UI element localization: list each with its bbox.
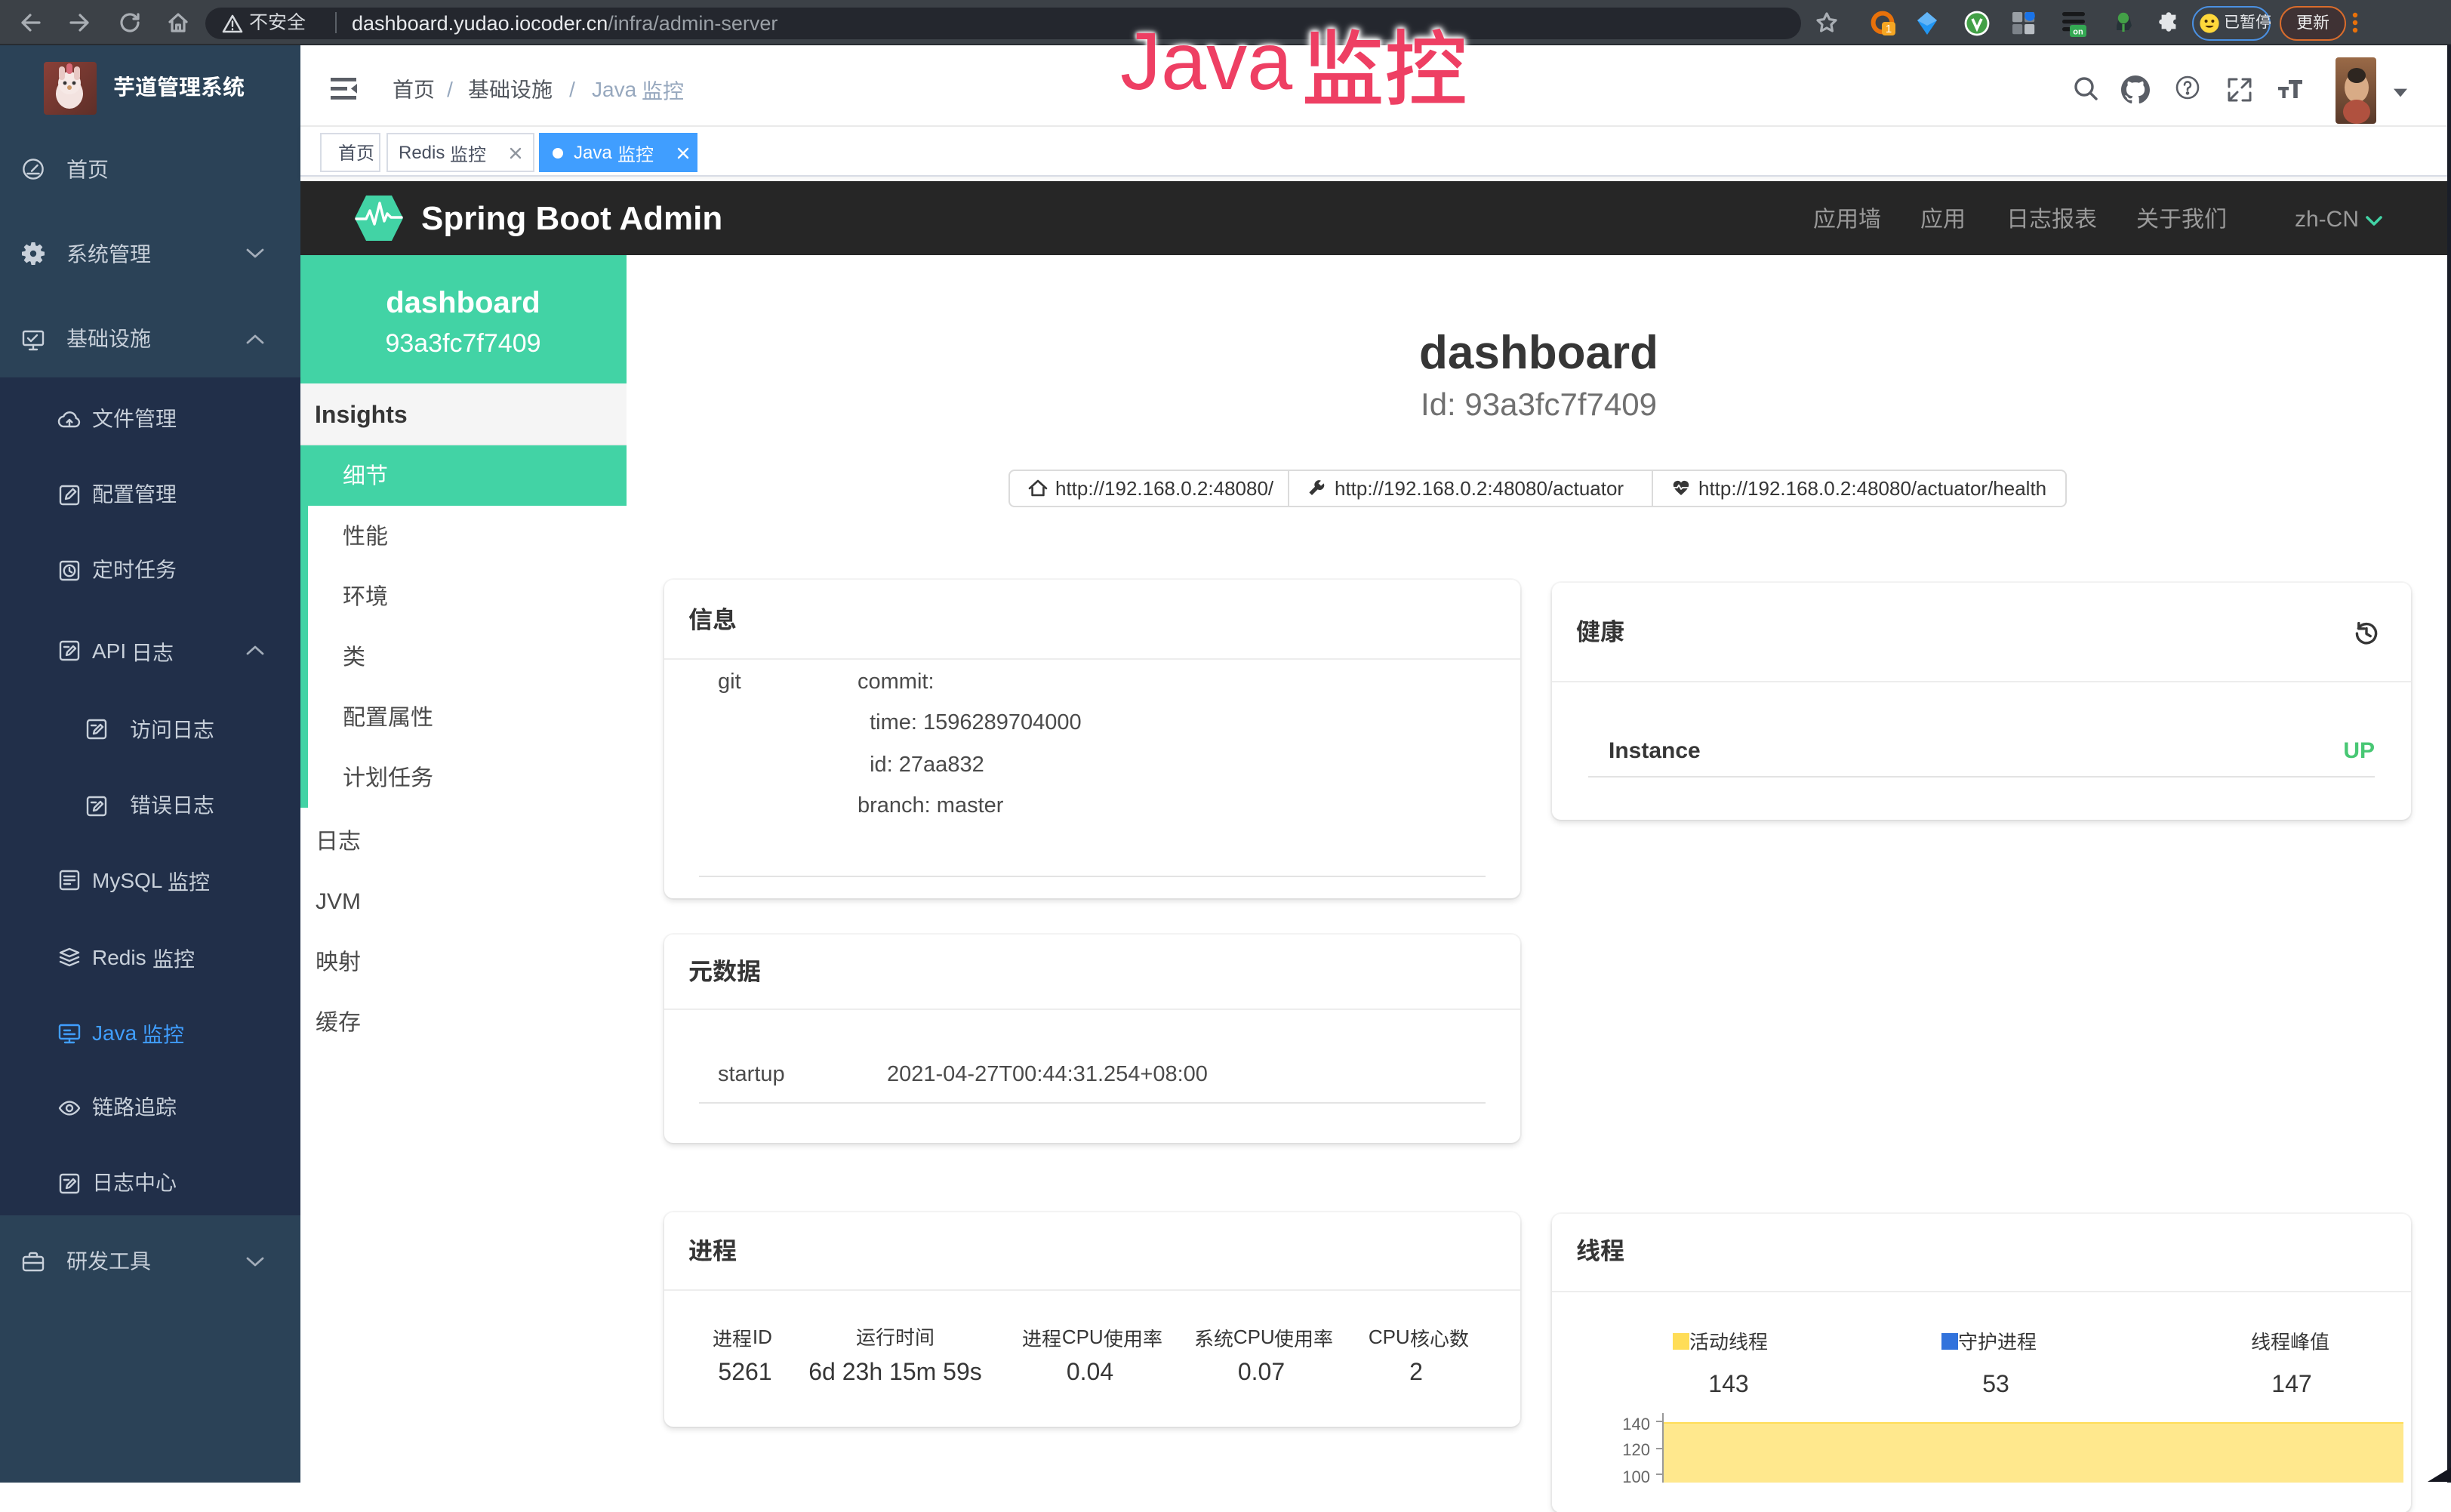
svg-text:1: 1 [1886,23,1892,35]
svg-text:on: on [2073,28,2083,37]
